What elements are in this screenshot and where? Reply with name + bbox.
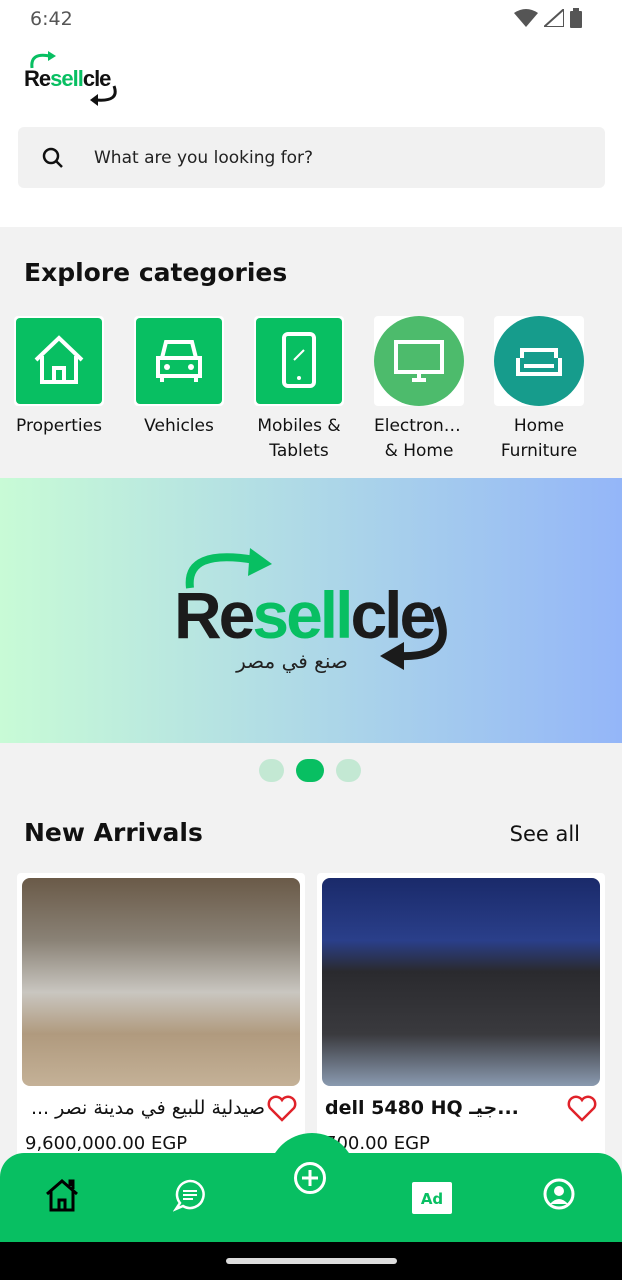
status-icons <box>514 8 582 28</box>
category-electronics[interactable]: Electronics & Home ... <box>374 316 464 464</box>
product-image <box>22 878 300 1086</box>
search-icon <box>42 147 63 168</box>
home-indicator[interactable] <box>226 1258 397 1264</box>
house-icon <box>16 318 102 404</box>
category-list: Properties Vehicles Mobiles & Tablets El… <box>14 316 584 464</box>
status-time: 6:42 <box>30 8 73 30</box>
chat-icon[interactable] <box>173 1178 207 1212</box>
carousel-dot[interactable] <box>336 759 361 782</box>
favorite-heart-icon[interactable] <box>267 1095 297 1123</box>
category-mobiles[interactable]: Mobiles & Tablets <box>254 316 344 464</box>
car-icon <box>136 318 222 404</box>
categories-title: Explore categories <box>24 258 288 287</box>
category-furniture[interactable]: Home Furniture -... <box>494 316 584 464</box>
product-card[interactable]: dell 5480 HQ جيـ... ​700.00 EGP <box>317 873 605 1173</box>
carousel-dot-active[interactable] <box>296 759 324 782</box>
svg-text:Resellcle: Resellcle <box>174 578 435 652</box>
carousel-dots <box>259 759 361 782</box>
profile-icon[interactable] <box>543 1178 575 1210</box>
signal-icon <box>544 9 564 27</box>
carousel-dot[interactable] <box>259 759 284 782</box>
search-placeholder: What are you looking for? <box>94 147 314 168</box>
add-icon[interactable] <box>293 1161 327 1195</box>
favorite-heart-icon[interactable] <box>567 1095 597 1123</box>
new-arrivals-title: New Arrivals <box>24 818 203 847</box>
product-price: 9,600,000.00 EGP <box>25 1133 188 1154</box>
category-properties[interactable]: Properties <box>14 316 104 464</box>
product-title: صيدلية للبيع في مدينة نصر ... <box>30 1097 265 1119</box>
see-all-link[interactable]: See all <box>510 822 580 846</box>
search-bar[interactable]: What are you looking for? <box>18 127 605 188</box>
wifi-icon <box>514 9 538 27</box>
promo-banner[interactable]: Resellcle صنع في مصر <box>0 478 622 743</box>
monitor-icon <box>374 316 464 406</box>
ad-icon[interactable]: Ad <box>412 1182 452 1214</box>
product-image <box>322 878 600 1086</box>
header <box>0 0 622 227</box>
product-card[interactable]: صيدلية للبيع في مدينة نصر ... 9,600,000.… <box>17 873 305 1173</box>
banner-logo: Resellcle صنع في مصر <box>174 548 447 674</box>
svg-text:Resellcle: Resellcle <box>24 66 111 91</box>
battery-icon <box>570 8 582 28</box>
app-logo: Resellcle <box>24 51 117 106</box>
product-title: dell 5480 HQ جيـ... <box>325 1097 519 1119</box>
home-icon[interactable] <box>44 1178 80 1212</box>
category-vehicles[interactable]: Vehicles <box>134 316 224 464</box>
svg-text:Ad: Ad <box>421 1190 443 1208</box>
phone-icon <box>256 318 342 404</box>
banner-tagline: صنع في مصر <box>235 649 348 674</box>
sofa-icon <box>494 316 584 406</box>
